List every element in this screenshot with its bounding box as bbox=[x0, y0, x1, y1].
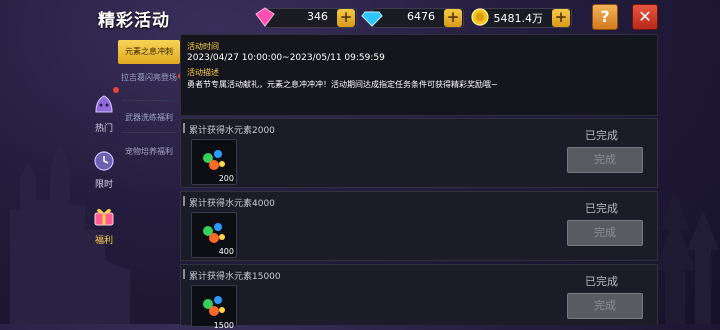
help-button[interactable]: ? bbox=[592, 4, 618, 30]
notification-dot bbox=[113, 87, 119, 93]
divider bbox=[122, 100, 176, 101]
resource-gold-coin: 5481.4万 + bbox=[471, 8, 572, 28]
sub-item-element-sprint[interactable]: 元素之息冲刺 bbox=[118, 40, 180, 64]
nav-label: 热门 bbox=[94, 124, 113, 134]
reward-quantity: 200 bbox=[218, 174, 234, 183]
reward-slot[interactable]: 1500 bbox=[191, 285, 237, 330]
row-marker bbox=[183, 269, 185, 279]
page-title: 精彩活动 bbox=[98, 11, 170, 31]
task-name: 累计获得水元素4000 bbox=[189, 199, 275, 209]
divider bbox=[122, 132, 176, 133]
nav-limited[interactable]: 限时 bbox=[86, 148, 122, 190]
task-status: 已完成 bbox=[585, 275, 618, 288]
reward-quantity: 1500 bbox=[213, 321, 234, 330]
nav-label: 福利 bbox=[94, 236, 113, 246]
gift-icon bbox=[94, 208, 114, 226]
task-row: 累计获得水元素2000 200 已完成 完成 bbox=[180, 118, 658, 188]
task-status: 已完成 bbox=[585, 202, 618, 215]
sub-item-weapon-refine[interactable]: 武器洗练福利 bbox=[118, 112, 180, 123]
time-label: 活动时间 bbox=[187, 42, 219, 51]
reward-quantity: 400 bbox=[218, 247, 234, 256]
task-name: 累计获得水元素2000 bbox=[189, 126, 275, 136]
resource-blue-diamond: 6476 + bbox=[361, 8, 464, 28]
close-button[interactable]: ✕ bbox=[632, 4, 658, 30]
sub-item-lajige[interactable]: 拉吉葛闪亮登场 bbox=[118, 72, 180, 83]
pink-gem-icon bbox=[255, 7, 275, 27]
resource-value: 5481.4万 bbox=[493, 12, 544, 25]
sub-item-pet-training[interactable]: 宠物培养福利 bbox=[118, 146, 180, 157]
resource-pink-gem: 346 + bbox=[255, 7, 357, 28]
reward-slot[interactable]: 400 bbox=[191, 212, 237, 258]
complete-button[interactable]: 完成 bbox=[567, 220, 643, 246]
reward-slot[interactable]: 200 bbox=[191, 139, 237, 185]
clock-icon bbox=[94, 151, 114, 171]
row-marker bbox=[183, 123, 185, 133]
complete-button[interactable]: 完成 bbox=[567, 293, 643, 319]
slime-icon bbox=[95, 95, 113, 113]
time-value: 2023/04/27 10:00:00~2023/05/11 09:59:59 bbox=[187, 53, 385, 63]
nav-label: 限时 bbox=[94, 180, 113, 190]
resource-value: 6476 bbox=[407, 10, 435, 23]
complete-button[interactable]: 完成 bbox=[567, 147, 643, 173]
nav-hot[interactable]: 热门 bbox=[86, 92, 122, 134]
task-name: 累计获得水元素15000 bbox=[189, 272, 281, 282]
add-blue-diamond-button[interactable]: + bbox=[444, 9, 462, 27]
row-marker bbox=[183, 196, 185, 206]
description-value: 勇者节专属活动献礼，元素之息冲冲冲！活动期间达成指定任务条件可获得精彩奖励哦~ bbox=[187, 80, 498, 89]
gold-coin-icon bbox=[471, 8, 489, 26]
task-row: 累计获得水元素15000 1500 已完成 完成 bbox=[180, 264, 658, 330]
trees-silhouette bbox=[655, 190, 719, 324]
water-element-icon bbox=[203, 296, 225, 316]
task-status: 已完成 bbox=[585, 129, 618, 142]
task-row: 累计获得水元素4000 400 已完成 完成 bbox=[180, 191, 658, 261]
activity-info-panel: 活动时间 2023/04/27 10:00:00~2023/05/11 09:5… bbox=[180, 34, 658, 116]
blue-diamond-icon bbox=[361, 11, 383, 27]
description-label: 活动描述 bbox=[187, 68, 219, 77]
add-pink-gem-button[interactable]: + bbox=[337, 9, 355, 27]
nav-welfare[interactable]: 福利 bbox=[86, 204, 122, 246]
resource-value: 346 bbox=[307, 10, 328, 23]
add-gold-coin-button[interactable]: + bbox=[552, 9, 570, 27]
